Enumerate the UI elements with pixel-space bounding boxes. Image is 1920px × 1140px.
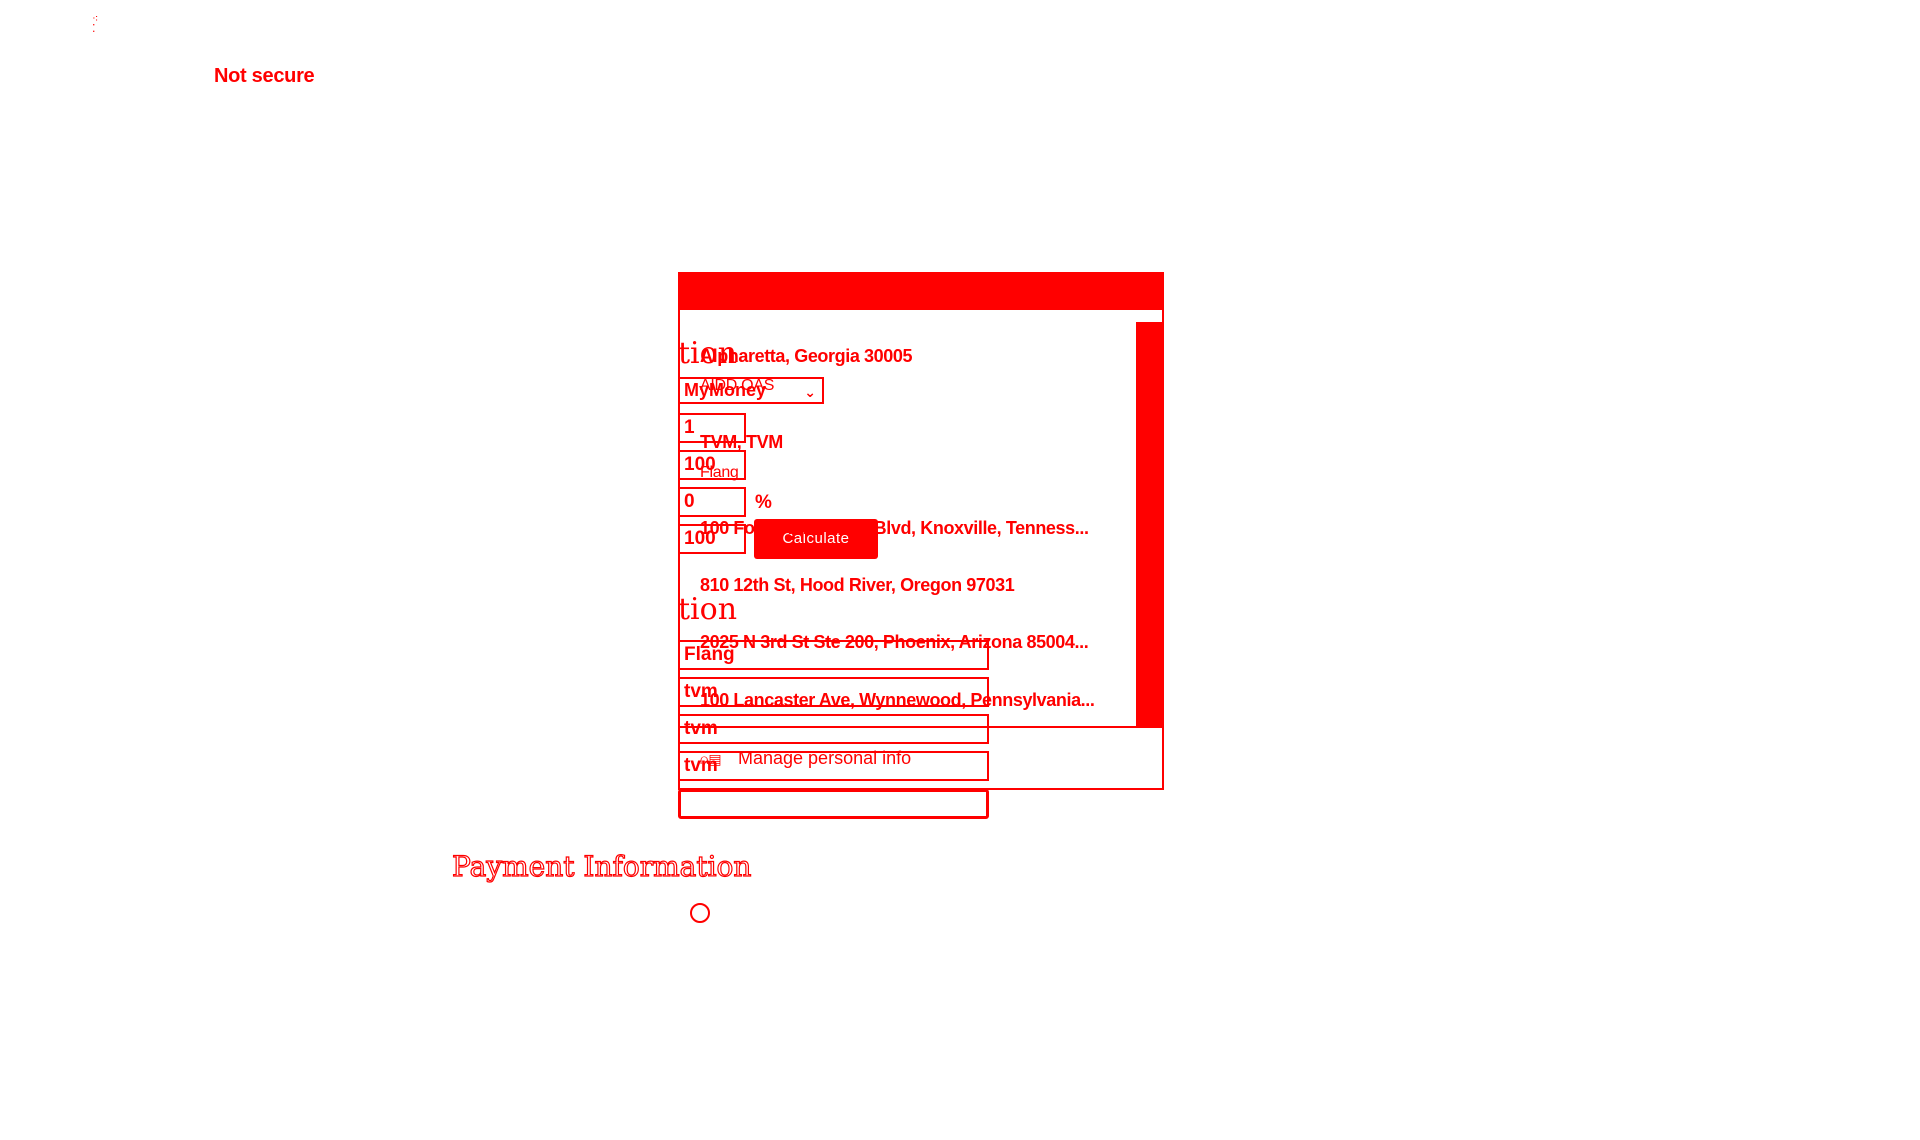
manage-personal-info-link[interactable]: ⍝▤ Manage personal info xyxy=(700,748,911,769)
address-suggestion[interactable]: 100 Fox Knoll Forest Blvd, Knoxville, Te… xyxy=(700,518,1089,539)
address-suggestion-sub: Flang xyxy=(700,464,739,481)
manage-personal-info-label: Manage personal info xyxy=(738,748,912,768)
popup-header xyxy=(680,274,1162,310)
address-suggestion-sub: AIDD OAS xyxy=(700,377,775,394)
address-suggestion[interactable]: 810 12th St, Hood River, Oregon 97031 xyxy=(700,575,1015,596)
payment-radio-button[interactable] xyxy=(690,903,710,923)
address-suggestion[interactable]: Alpharetta, Georgia 30005 xyxy=(700,346,912,367)
favicon-icon: ⁖ ⁚ xyxy=(92,13,99,35)
payment-heading: Payment Information xyxy=(451,849,752,883)
person-card-icon: ⍝▤ xyxy=(700,750,722,767)
address-autofill-popup: Alpharetta, Georgia 30005 AIDD OAS TVM, … xyxy=(678,272,1164,790)
browser-page: ⁖ ⁚ Not secure tion MyMoney ⌄ 1 100 0 % 1… xyxy=(0,0,1920,1140)
address-suggestion[interactable]: TVM, TVM xyxy=(700,432,783,453)
popup-divider xyxy=(680,726,1162,728)
address-suggestion[interactable]: 100 Lancaster Ave, Wynnewood, Pennsylvan… xyxy=(700,690,1095,711)
text-input-zip[interactable] xyxy=(678,789,989,819)
popup-scrollbar[interactable] xyxy=(1136,322,1162,726)
not-secure-label[interactable]: Not secure xyxy=(214,65,315,88)
address-suggestion[interactable]: 2025 N 3rd St Ste 200, Phoenix, Arizona … xyxy=(700,632,1089,653)
